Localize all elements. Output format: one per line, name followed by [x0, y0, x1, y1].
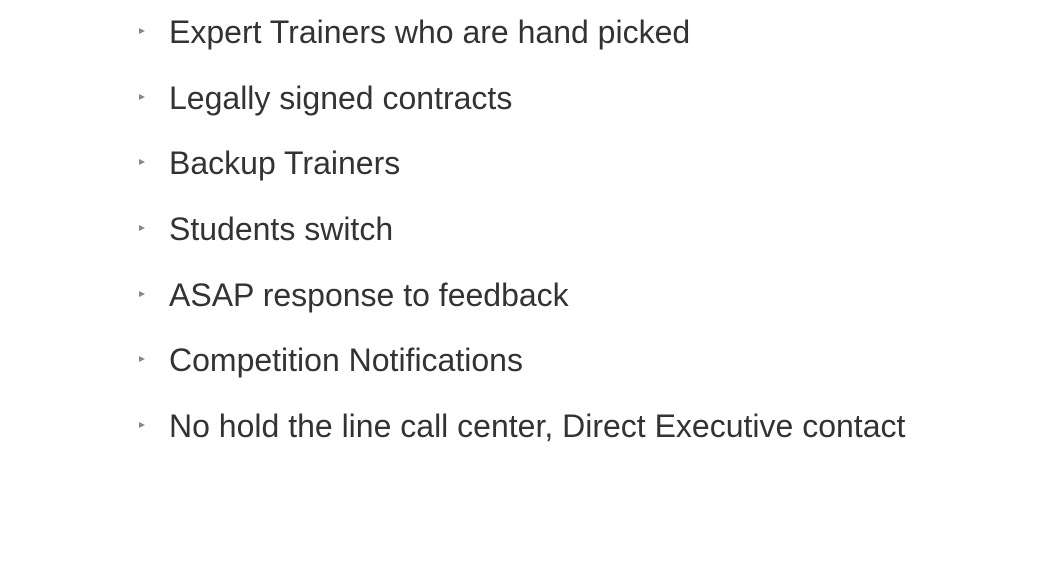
triangle-right-icon: [139, 356, 145, 362]
list-item: Students switch: [0, 209, 1048, 249]
list-item-text: Expert Trainers who are hand picked: [169, 14, 691, 50]
triangle-right-icon: [139, 225, 145, 231]
list-item-text: Legally signed contracts: [169, 80, 513, 116]
list-item: ASAP response to feedback: [0, 275, 1048, 315]
list-item: Competition Notifications: [0, 340, 1048, 380]
triangle-right-icon: [139, 422, 145, 428]
triangle-right-icon: [139, 291, 145, 297]
list-item: No hold the line call center, Direct Exe…: [0, 406, 1048, 446]
list-item-text: Competition Notifications: [169, 342, 523, 378]
list-item-text: No hold the line call center, Direct Exe…: [169, 408, 906, 444]
triangle-right-icon: [139, 28, 145, 34]
list-item: Expert Trainers who are hand picked: [0, 12, 1048, 52]
triangle-right-icon: [139, 94, 145, 100]
list-item-text: ASAP response to feedback: [169, 277, 569, 313]
list-item-text: Students switch: [169, 211, 394, 247]
triangle-right-icon: [139, 159, 145, 165]
list-item: Backup Trainers: [0, 143, 1048, 183]
list-item: Legally signed contracts: [0, 78, 1048, 118]
list-item-text: Backup Trainers: [169, 145, 401, 181]
